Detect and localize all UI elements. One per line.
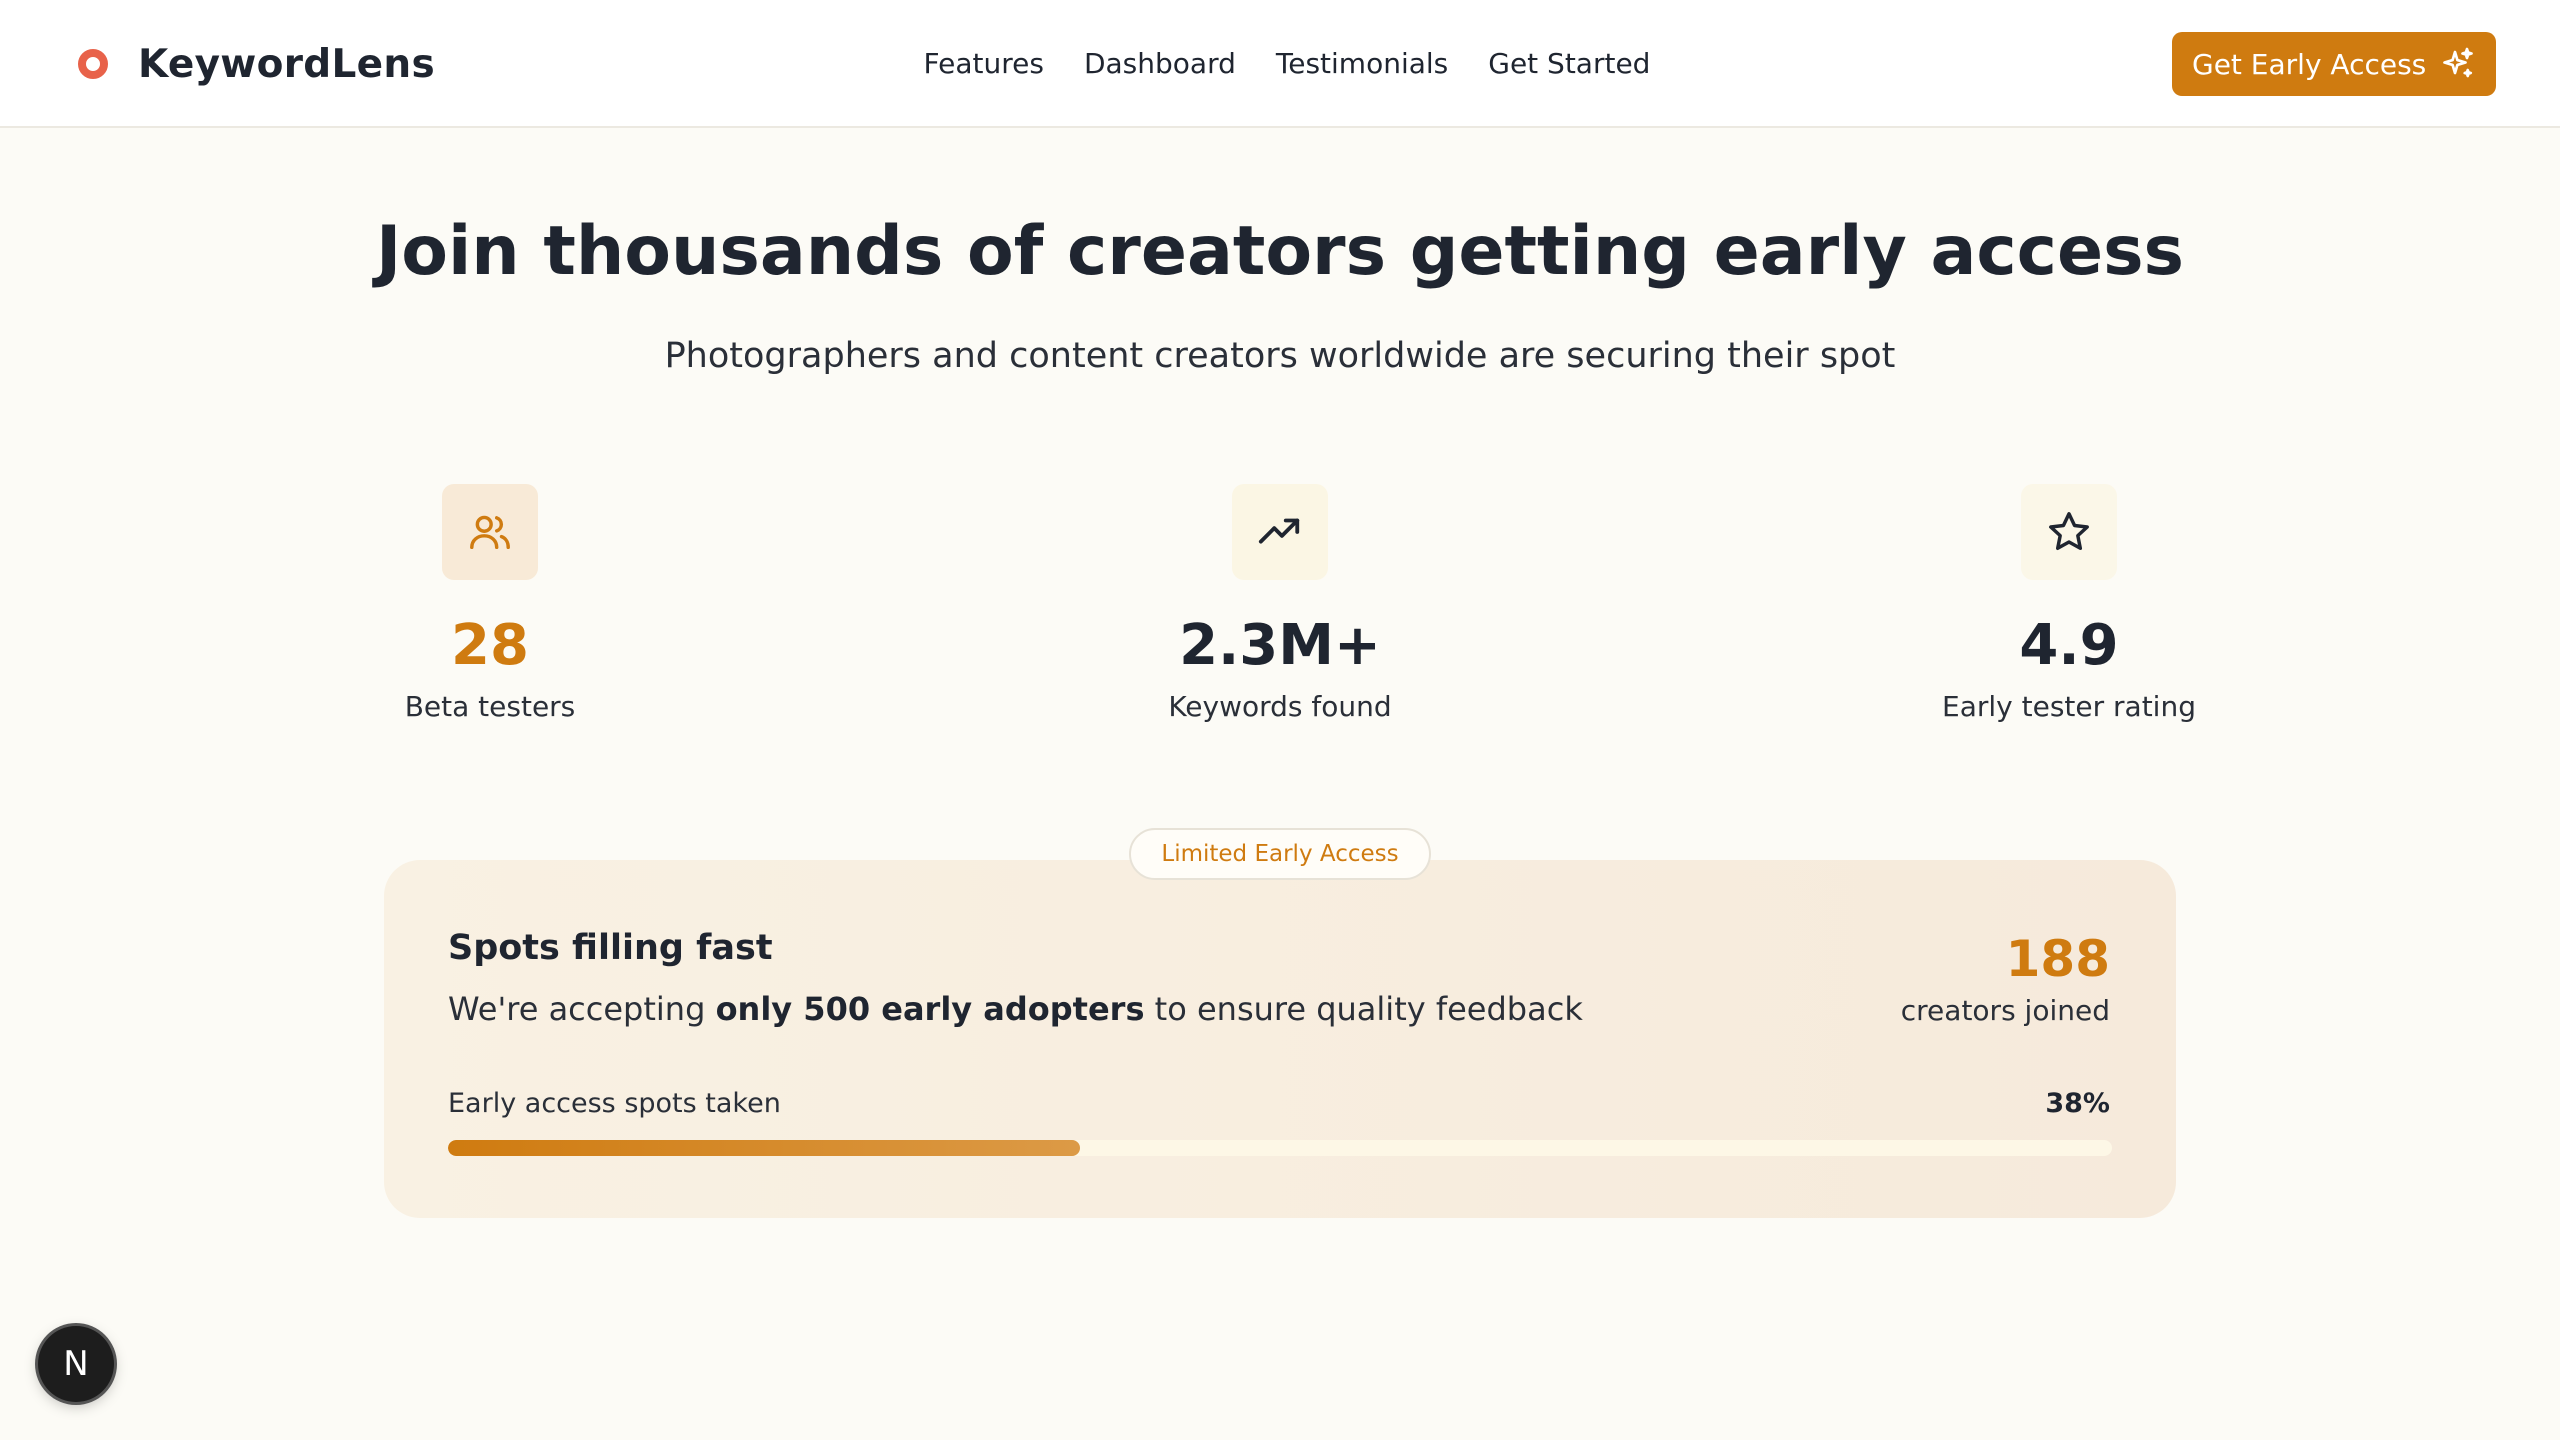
desc-prefix: We're accepting: [448, 990, 716, 1028]
card-description: We're accepting only 500 early adopters …: [448, 990, 1583, 1028]
stat-keywords-found: 2.3M+ Keywords found: [1080, 484, 1480, 723]
star-icon: [2049, 512, 2089, 551]
desc-highlight: only 500 early adopters: [715, 990, 1145, 1028]
users-icon: [470, 515, 510, 550]
nav-link-features[interactable]: Features: [924, 40, 1044, 88]
creators-joined-count: 188: [2005, 930, 2110, 988]
hero-subtitle: Photographers and content creators world…: [664, 336, 1896, 376]
nav-link-dashboard[interactable]: Dashboard: [1084, 40, 1236, 88]
creators-joined-counter: 188 creators joined: [1901, 930, 2110, 1027]
trending-up-icon: [1258, 518, 1300, 544]
card-title: Spots filling fast: [448, 928, 773, 968]
floating-n-badge[interactable]: N: [38, 1326, 114, 1402]
stat-beta-testers: 28 Beta testers: [290, 484, 690, 723]
limited-access-badge: Limited Early Access: [1129, 828, 1431, 880]
sparkles-icon: [2443, 47, 2473, 78]
site-header: KeywordLens Features Dashboard Testimoni…: [0, 0, 2560, 128]
nav-link-testimonials[interactable]: Testimonials: [1276, 40, 1448, 88]
nav-link-get-started[interactable]: Get Started: [1488, 40, 1650, 88]
stat-label: Beta testers: [404, 690, 576, 723]
stat-icon-box: [2021, 484, 2117, 580]
stat-icon-box: [1232, 484, 1328, 580]
stat-tester-rating: 4.9 Early tester rating: [1869, 484, 2269, 723]
early-access-card: [384, 860, 2176, 1218]
stat-value: 28: [451, 613, 529, 678]
stat-icon-box: [442, 484, 538, 580]
progress-label: Early access spots taken: [448, 1088, 781, 1119]
get-early-access-button[interactable]: Get Early Access: [2172, 32, 2496, 96]
cta-label: Get Early Access: [2192, 47, 2427, 81]
progress-fill: [448, 1140, 1081, 1156]
desc-suffix: to ensure quality feedback: [1144, 990, 1583, 1028]
hero-title: Join thousands of creators getting early…: [375, 212, 2185, 291]
stat-value: 2.3M+: [1179, 613, 1381, 678]
progress-track: [448, 1140, 2112, 1156]
stat-label: Early tester rating: [1942, 690, 2196, 723]
creators-joined-label: creators joined: [1900, 994, 2110, 1027]
progress-percent: 38%: [2045, 1088, 2110, 1119]
stat-label: Keywords found: [1168, 690, 1392, 723]
stat-value: 4.9: [2019, 613, 2119, 678]
